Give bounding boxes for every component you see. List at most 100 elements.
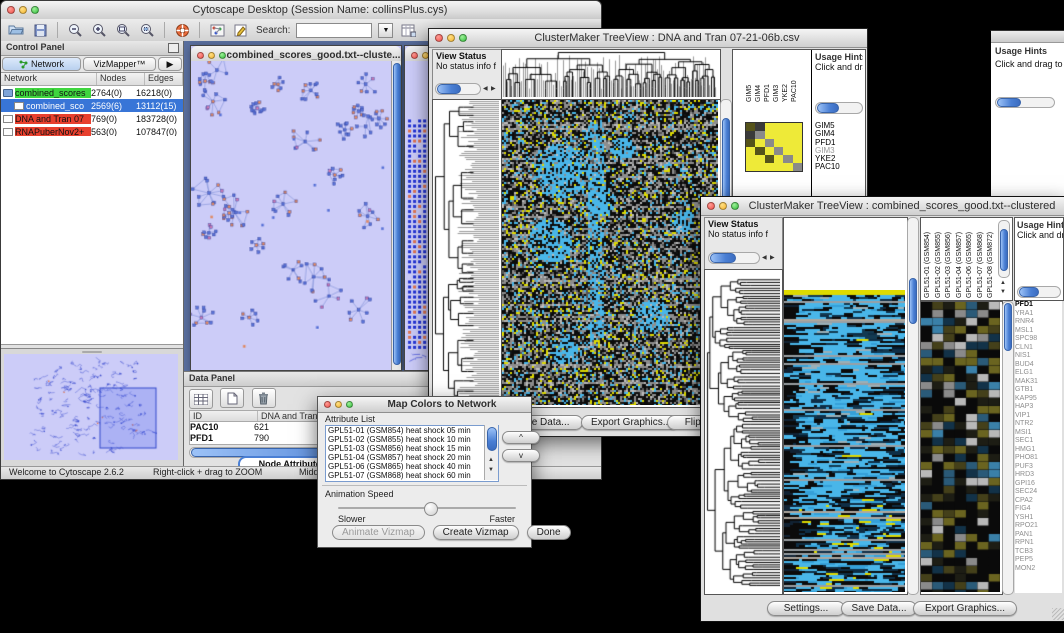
zoom-heatmap-cell[interactable] xyxy=(793,163,802,171)
zoom-heatmap-cell[interactable] xyxy=(774,131,783,139)
traffic-lights[interactable] xyxy=(7,6,39,14)
treeview2-vscrollbar[interactable] xyxy=(907,217,919,595)
gene-label[interactable]: PEP5 xyxy=(1015,556,1062,565)
network-vscrollbar-thumb[interactable] xyxy=(393,63,401,365)
zoom-in-icon[interactable] xyxy=(90,22,108,38)
open-folder-icon[interactable] xyxy=(7,22,25,38)
gene-label[interactable]: RPN1 xyxy=(1015,539,1062,548)
zoom-heatmap-cell[interactable] xyxy=(765,131,774,139)
scrollbar-thumb[interactable] xyxy=(710,253,736,263)
zoom-heatmap-cell[interactable] xyxy=(746,139,755,147)
zoom-heatmap-cell[interactable] xyxy=(746,163,755,171)
scrollbar-thumb[interactable] xyxy=(487,427,497,451)
zoom-window-icon[interactable] xyxy=(731,202,739,210)
attribute-select-icon[interactable] xyxy=(189,389,213,409)
treeview2-titlebar[interactable]: ClusterMaker TreeView : combined_scores_… xyxy=(701,197,1064,216)
export-graphics-button[interactable]: Export Graphics... xyxy=(581,415,679,430)
zoom-heatmap-cell[interactable] xyxy=(783,163,792,171)
minimize-icon[interactable] xyxy=(447,34,455,42)
zoom-heatmap-cell[interactable] xyxy=(765,147,774,155)
gene-label[interactable]: MON2 xyxy=(1015,565,1062,574)
zoom-heatmap-cell[interactable] xyxy=(774,123,783,131)
gene-label[interactable]: VIP1 xyxy=(1015,412,1062,421)
close-icon[interactable] xyxy=(324,401,331,408)
zoom-heatmap-cell[interactable] xyxy=(746,147,755,155)
minimize-icon[interactable] xyxy=(208,52,215,59)
attribute-list-item[interactable]: GPL51-02 (GSM855) heat shock 10 min xyxy=(326,435,498,444)
traffic-lights[interactable] xyxy=(197,52,226,59)
gene-label[interactable]: YSH1 xyxy=(1015,514,1062,523)
gene-label[interactable]: NTR2 xyxy=(1015,420,1062,429)
gene-label[interactable]: YRA1 xyxy=(1015,310,1062,319)
treeview1-column-labels[interactable]: GIM5GIM4PFD1GIM3YKE2PAC10 xyxy=(745,52,807,102)
column-label[interactable]: GPL51-02 (GSM855) xyxy=(934,220,945,298)
network-birdseye-icon[interactable] xyxy=(208,22,226,38)
zoom-heatmap-cell[interactable] xyxy=(793,131,802,139)
zoom-heatmap-cell[interactable] xyxy=(755,147,764,155)
column-label[interactable]: PFD1 xyxy=(763,52,772,102)
zoom-heatmap-vscrollbar[interactable] xyxy=(1002,301,1014,595)
treeview2-vscrollbar-thumb[interactable] xyxy=(909,278,917,324)
gene-label[interactable]: BUD4 xyxy=(1015,361,1062,370)
tab-overflow-arrow[interactable]: ▶ xyxy=(158,57,182,71)
scrollbar-thumb[interactable] xyxy=(1019,287,1039,297)
zoom-heatmap-cell[interactable] xyxy=(793,155,802,163)
zoom-heatmap-cell[interactable] xyxy=(755,139,764,147)
zoom-heatmap-cell[interactable] xyxy=(765,155,774,163)
results-table-icon[interactable] xyxy=(399,22,417,38)
scrollbar-thumb[interactable] xyxy=(1000,229,1008,271)
gene-label[interactable]: HMG1 xyxy=(1015,446,1062,455)
zoom-heatmap-cell[interactable] xyxy=(793,147,802,155)
column-label[interactable]: GPL51-07 (GSM868) xyxy=(976,220,987,298)
gene-label[interactable]: SPC98 xyxy=(1015,335,1062,344)
zoom-fit-icon[interactable] xyxy=(114,22,132,38)
gene-label[interactable]: GTB1 xyxy=(1015,386,1062,395)
traffic-lights[interactable] xyxy=(324,401,353,408)
close-icon[interactable] xyxy=(411,52,418,59)
column-label[interactable]: GIM5 xyxy=(745,52,754,102)
gene-label[interactable]: GPI16 xyxy=(1015,480,1062,489)
network-list-row[interactable]: DNA and Tran 07 769(0) 183728(0) xyxy=(1,112,183,125)
main-titlebar[interactable]: Cytoscape Desktop (Session Name: collins… xyxy=(1,1,601,20)
scroll-down-icon[interactable]: ▼ xyxy=(1000,289,1006,295)
network-table-header[interactable]: Network Nodes Edges xyxy=(1,73,183,86)
column-label[interactable]: PAC10 xyxy=(790,52,799,102)
column-label[interactable]: GPL51-08 (GSM872) xyxy=(986,220,997,298)
search-dropdown-arrow-icon[interactable]: ▼ xyxy=(378,23,393,38)
annotation-icon[interactable] xyxy=(232,22,250,38)
zoom-heatmap-cell[interactable] xyxy=(755,155,764,163)
save-data-button[interactable]: Save Data... xyxy=(841,601,917,616)
scroll-up-icon[interactable]: ▲ xyxy=(1000,280,1006,286)
scroll-right-icon[interactable]: ▶ xyxy=(770,255,775,261)
zoom-window-icon[interactable] xyxy=(31,6,39,14)
gene-label[interactable]: CPA2 xyxy=(1015,497,1062,506)
treeview2-status-hscrollbar[interactable] xyxy=(708,252,760,264)
gene-label[interactable]: ELG1 xyxy=(1015,369,1062,378)
zoom-heatmap-cell[interactable] xyxy=(783,147,792,155)
settings-button[interactable]: Settings... xyxy=(767,601,845,616)
minimize-icon[interactable] xyxy=(335,401,342,408)
zoom-heatmap-cell[interactable] xyxy=(765,163,774,171)
minimize-icon[interactable] xyxy=(19,6,27,14)
zoom-window-icon[interactable] xyxy=(346,401,353,408)
treeview2-global-heatmap-panel[interactable] xyxy=(783,217,908,595)
gene-label[interactable]: PAN1 xyxy=(1015,531,1062,540)
zoom-heatmap-cell[interactable] xyxy=(746,155,755,163)
zoom-heatmap-cell[interactable] xyxy=(755,123,764,131)
column-label[interactable]: GPL51-03 (GSM856) xyxy=(944,220,955,298)
gene-label[interactable]: HRD3 xyxy=(1015,471,1062,480)
slider-knob[interactable] xyxy=(424,502,438,516)
zoom-heatmap-cell[interactable] xyxy=(774,139,783,147)
close-icon[interactable] xyxy=(707,202,715,210)
scroll-up-icon[interactable]: ▲ xyxy=(488,457,494,463)
network-graph-canvas[interactable] xyxy=(191,61,391,370)
scroll-down-icon[interactable]: ▼ xyxy=(488,467,494,473)
zoom-heatmap-cell[interactable] xyxy=(783,139,792,147)
scrollbar-thumb[interactable] xyxy=(1004,303,1012,351)
move-up-button[interactable]: ^ xyxy=(502,431,540,444)
column-label[interactable]: GPL51-04 (GSM857) xyxy=(955,220,966,298)
treeview1-zoom-heatmap[interactable] xyxy=(745,122,803,172)
gene-label[interactable]: MSI1 xyxy=(1015,429,1062,438)
close-icon[interactable] xyxy=(7,6,15,14)
gene-label[interactable]: CLN1 xyxy=(1015,344,1062,353)
